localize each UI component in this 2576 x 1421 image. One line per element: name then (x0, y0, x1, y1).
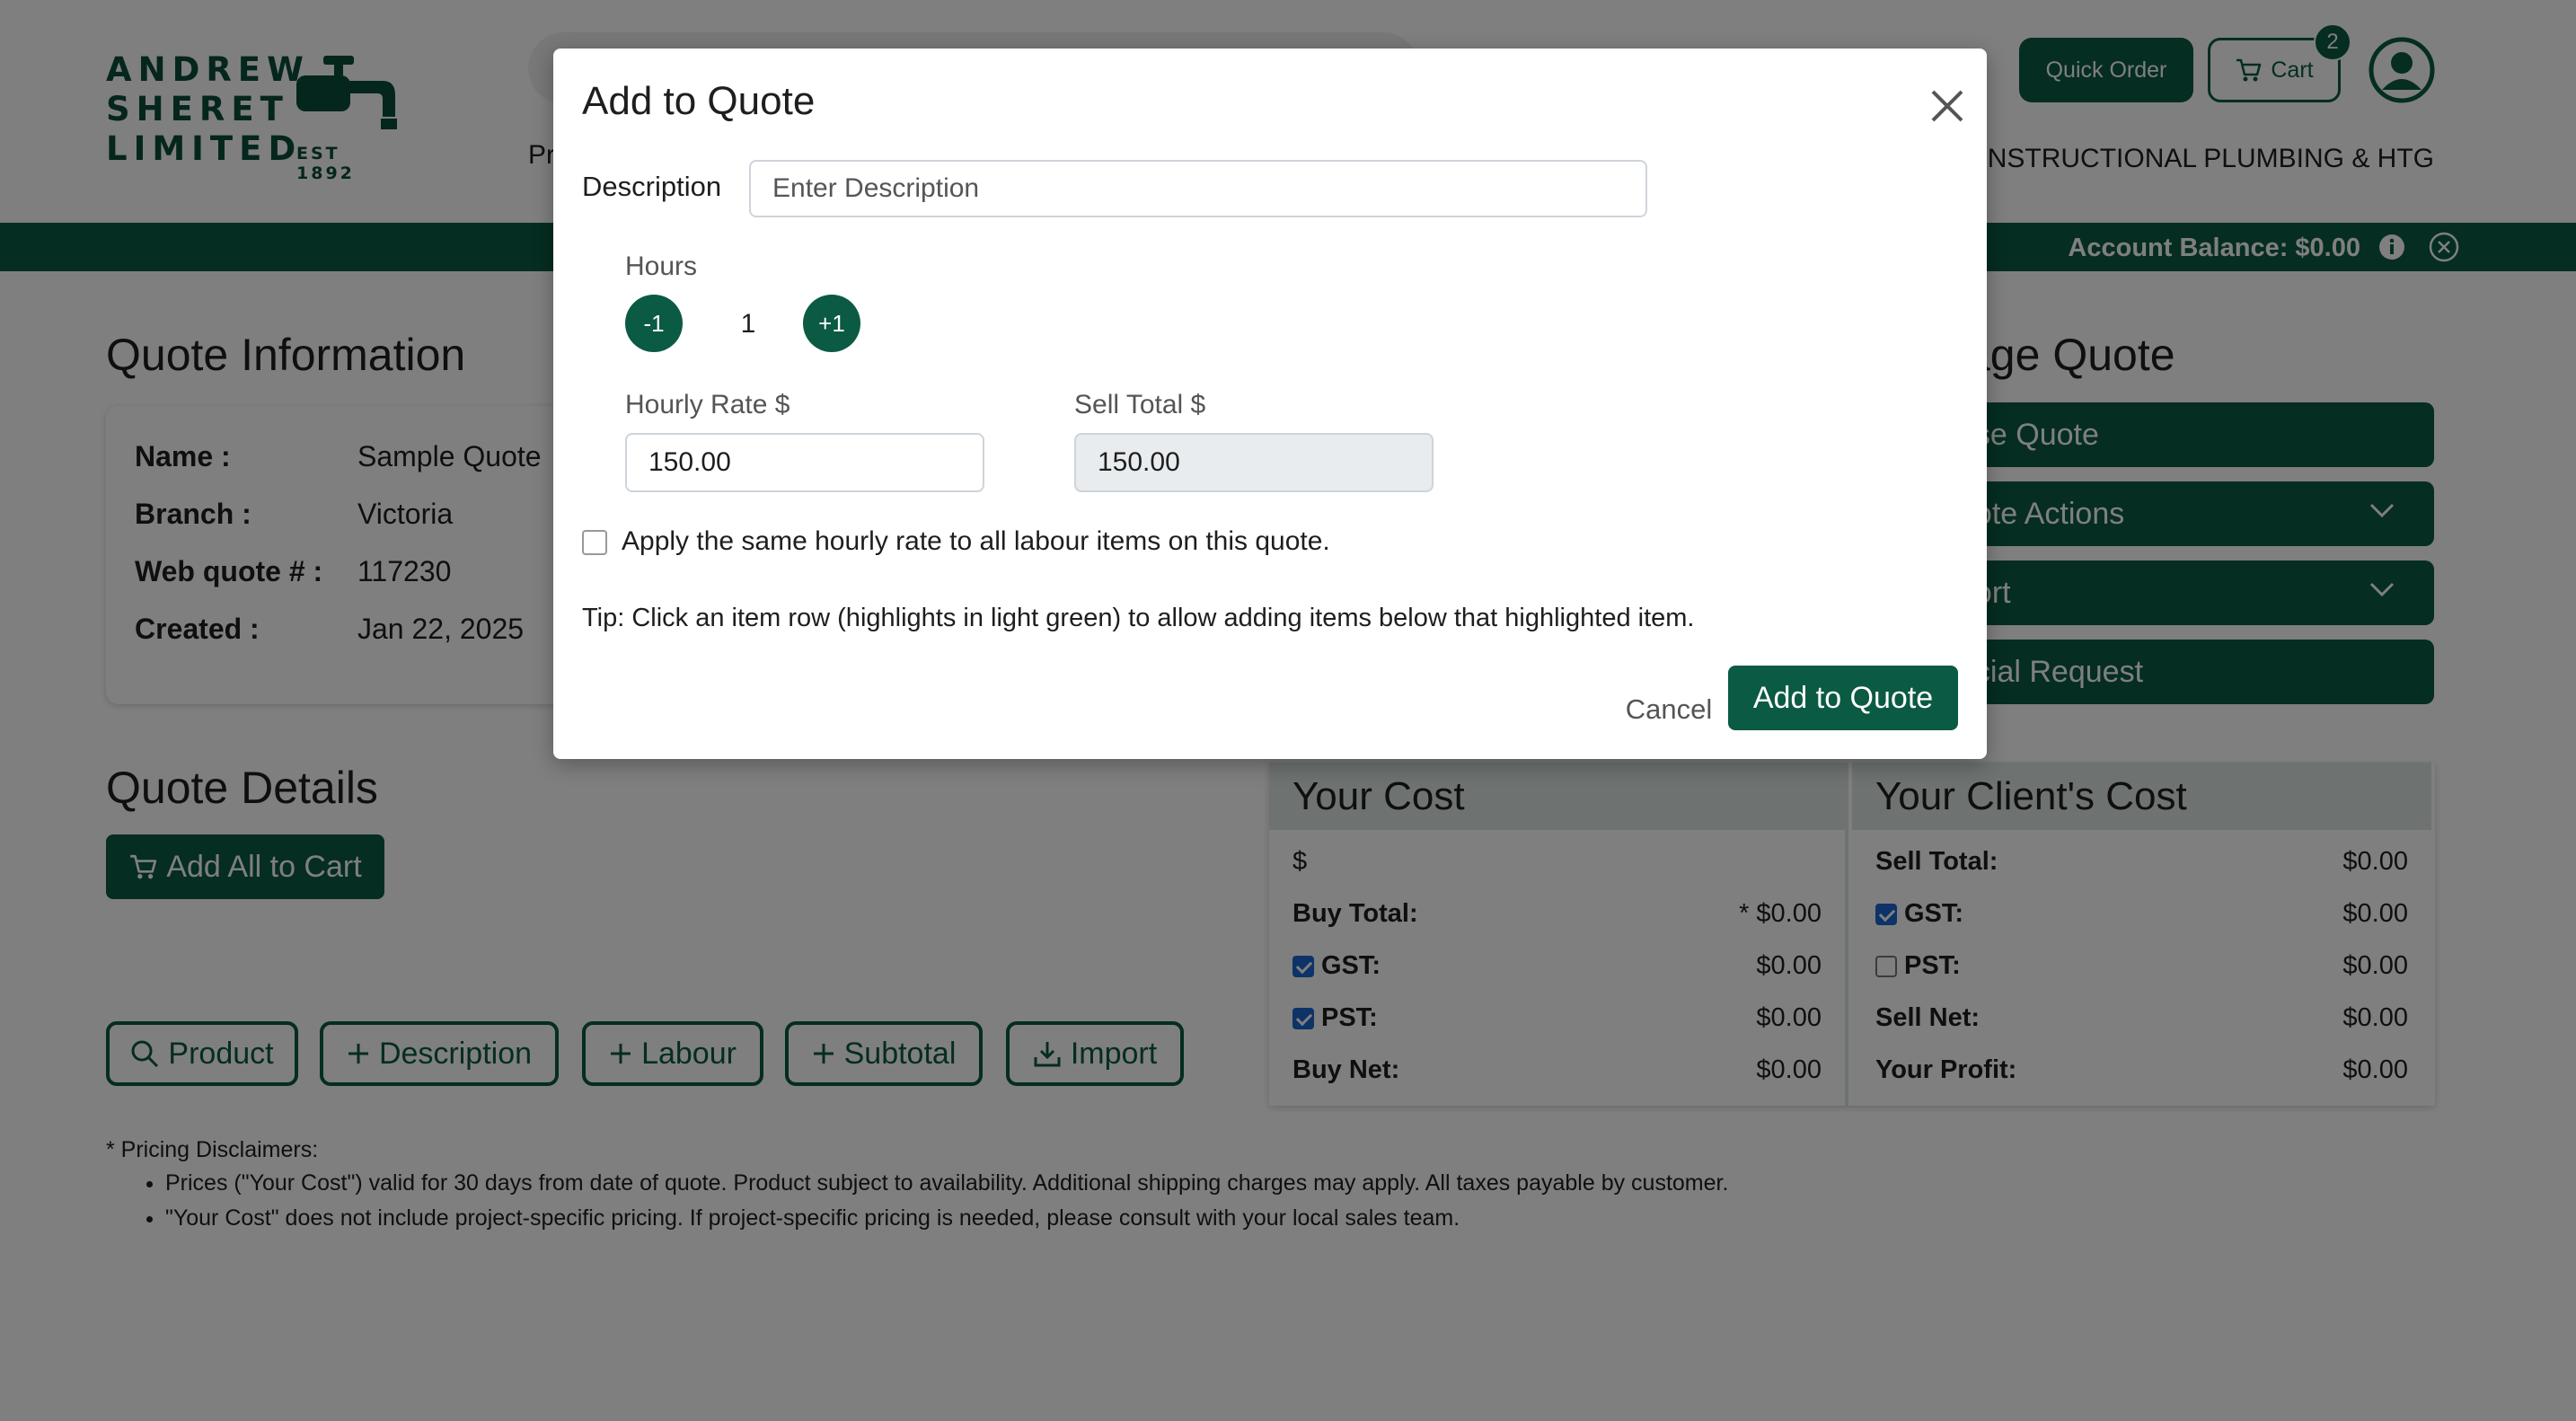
hours-increment-button[interactable]: +1 (803, 295, 860, 352)
description-input[interactable] (749, 160, 1647, 217)
apply-rate-all-label[interactable]: Apply the same hourly rate to all labour… (622, 526, 1330, 557)
hours-value: 1 (740, 309, 756, 339)
hours-label: Hours (625, 252, 698, 281)
sell-total-field (1074, 433, 1434, 492)
sell-total-label: Sell Total $ (1074, 390, 1206, 419)
cancel-button[interactable]: Cancel (1597, 677, 1741, 742)
hourly-rate-input[interactable] (625, 433, 984, 492)
dialog-title: Add to Quote (582, 79, 816, 123)
hours-decrement-button[interactable]: -1 (625, 295, 683, 352)
add-to-quote-dialog: Add to Quote Description Hours -1 1 +1 H… (553, 49, 1987, 759)
apply-rate-all-checkbox[interactable] (582, 530, 607, 555)
dialog-tip: Tip: Click an item row (highlights in li… (582, 604, 1695, 632)
description-label: Description (582, 171, 722, 202)
add-to-quote-button[interactable]: Add to Quote (1728, 666, 1958, 730)
hourly-rate-label: Hourly Rate $ (625, 390, 790, 419)
close-icon[interactable] (1926, 84, 1969, 128)
